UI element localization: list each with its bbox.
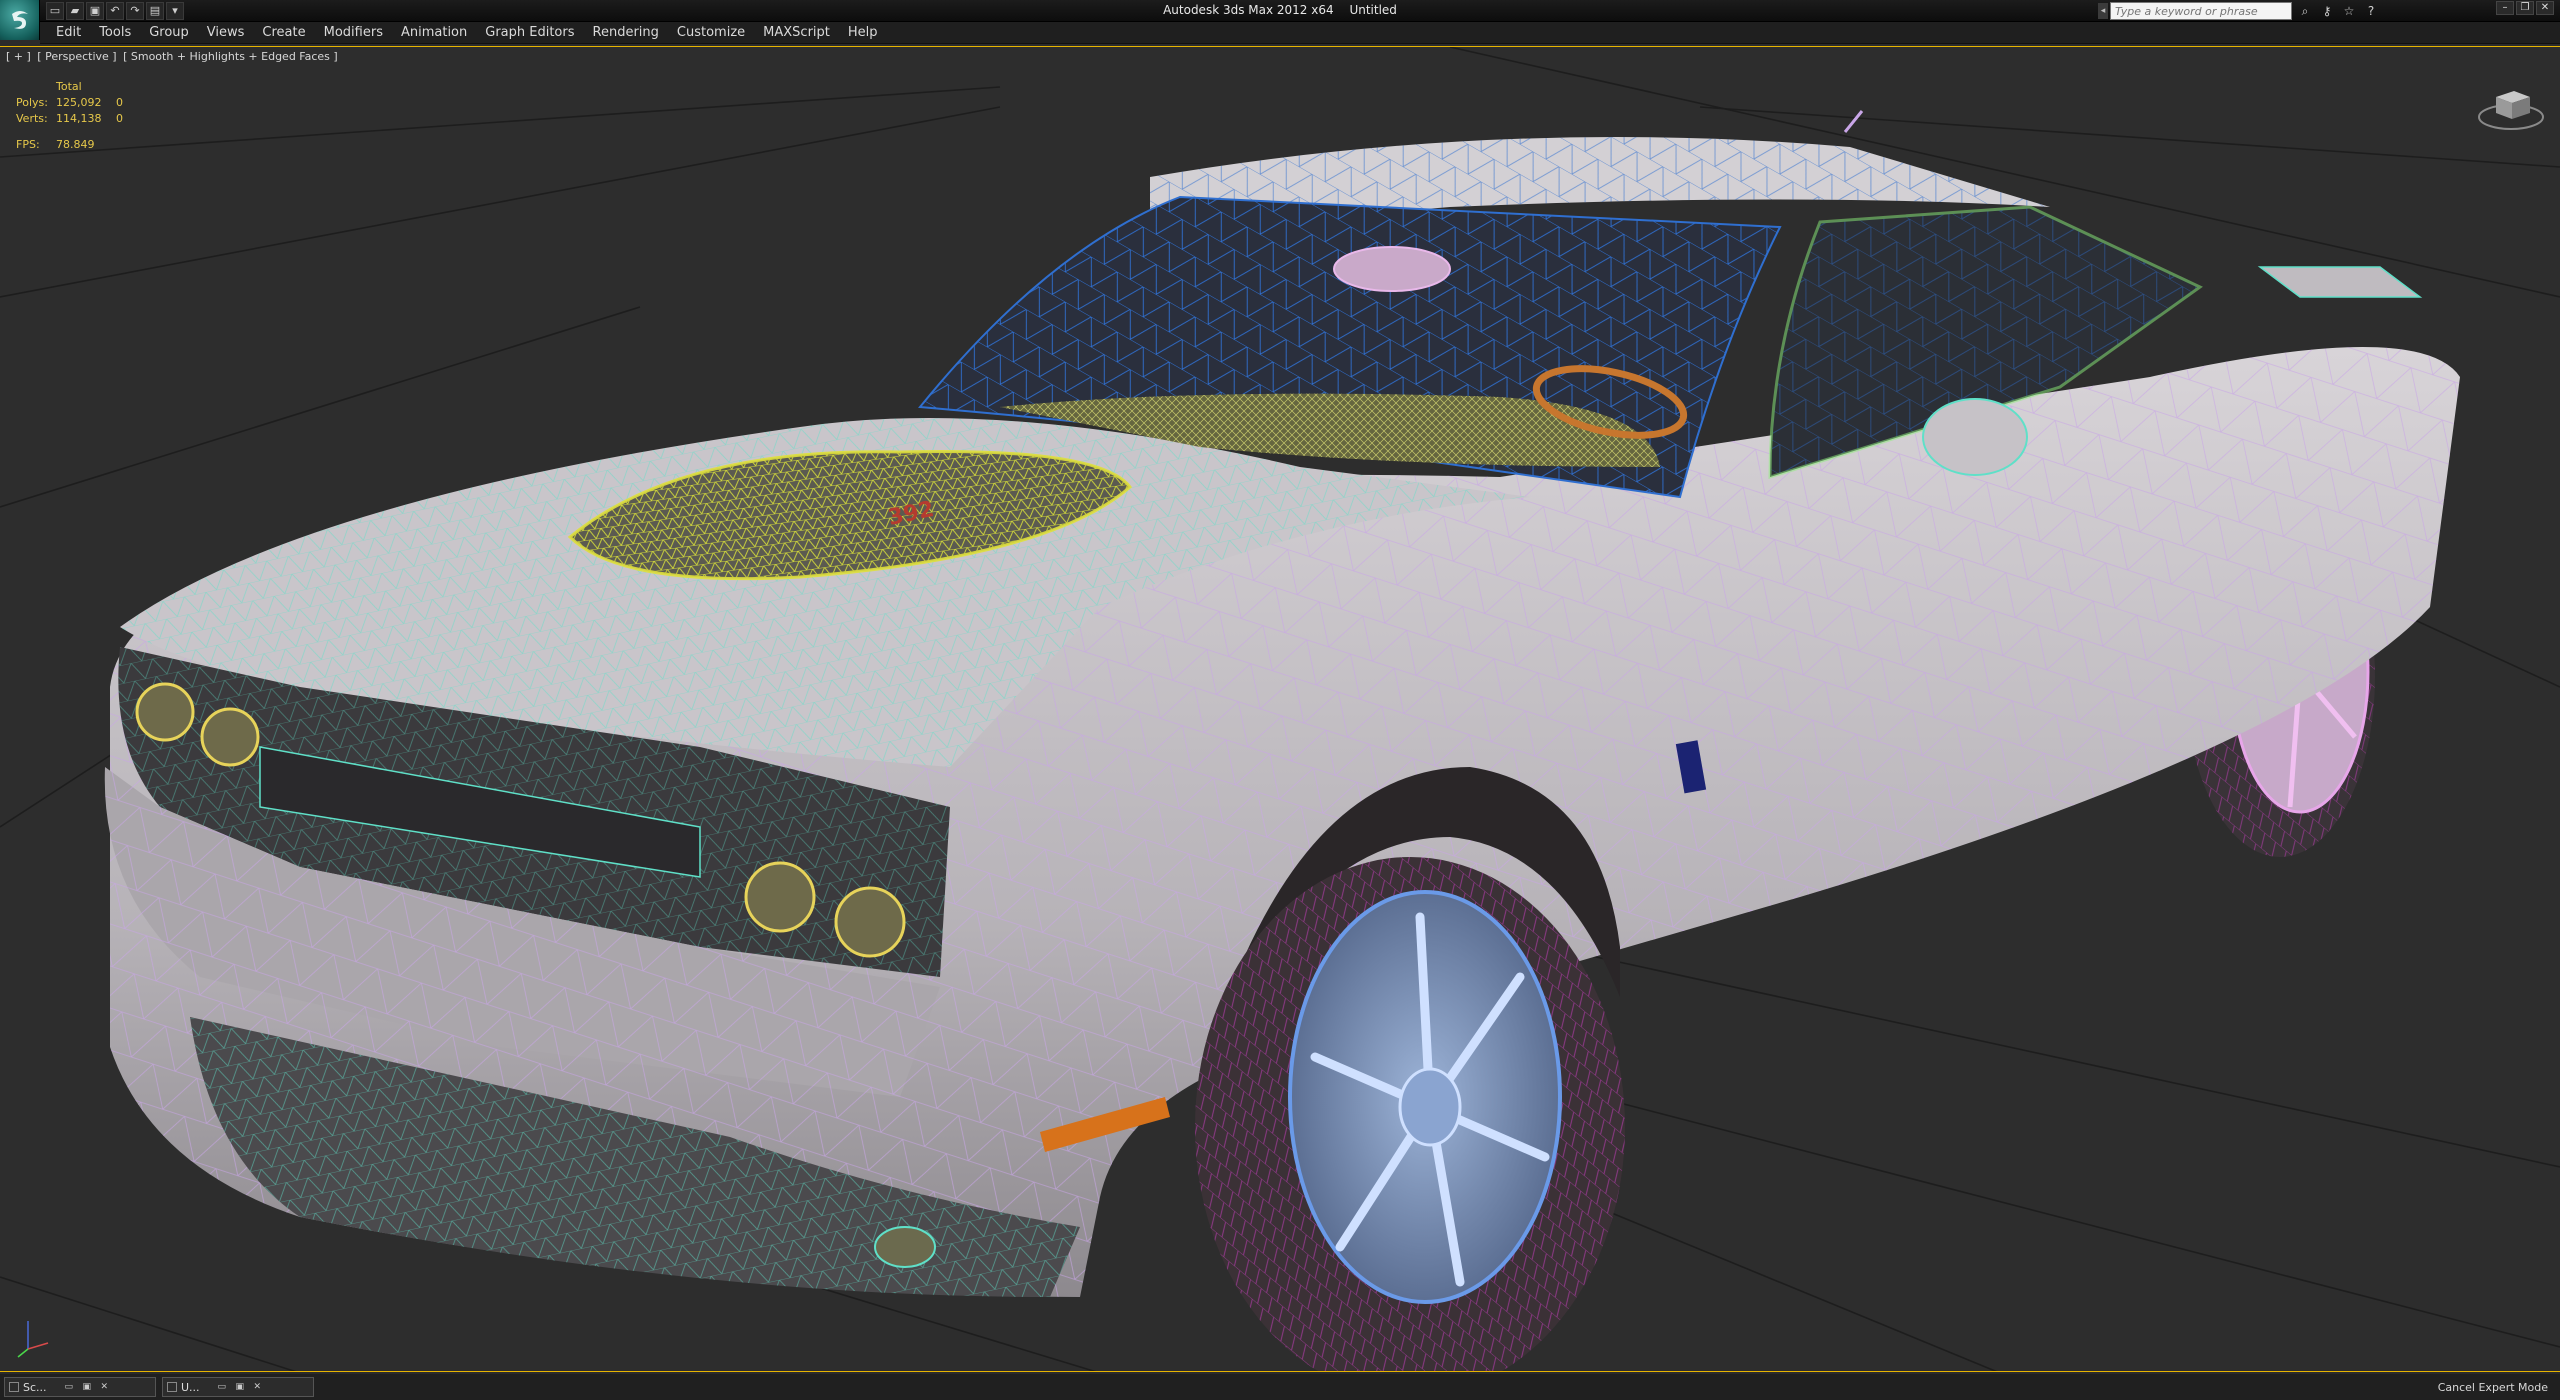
app-name: Autodesk 3ds Max 2012 x64 [1163,3,1334,17]
3dsmax-logo-icon [12,11,28,29]
stats-total-header: Total [56,80,82,93]
stats-verts-label: Verts: [16,112,48,125]
stats-verts-selected: 0 [116,112,123,125]
stats-polys-label: Polys: [16,96,48,109]
binoculars-icon[interactable]: ⌕ [2296,2,2314,20]
menu-graph-editors[interactable]: Graph Editors [477,25,584,40]
window-controls: – ❐ ✕ [2496,1,2554,15]
viewport-general-menu[interactable]: [ + ] [6,50,31,63]
open-icon[interactable]: ▰ [66,2,84,20]
quick-access-toolbar: ▭ ▰ ▣ ↶ ↷ ▤ ▾ [46,2,184,20]
menu-views[interactable]: Views [199,25,255,40]
restore-icon[interactable]: ▭ [65,1382,75,1392]
application-button[interactable] [0,0,40,40]
window-icon [167,1382,177,1392]
restore-icon[interactable]: ❐ [2516,1,2534,15]
maximize-icon[interactable]: ▣ [236,1382,246,1392]
menu-group[interactable]: Group [141,25,199,40]
minimized-window-label: Sc... [23,1380,47,1394]
close-icon[interactable]: ✕ [254,1382,264,1392]
stats-verts-value: 114,138 [56,112,102,125]
menu-customize[interactable]: Customize [669,25,755,40]
viewport-shading-menu[interactable]: [ Smooth + Highlights + Edged Faces ] [123,50,338,63]
title-bar: ▭ ▰ ▣ ↶ ↷ ▤ ▾ Autodesk 3ds Max 2012 x64 … [0,0,2560,22]
undo-icon[interactable]: ↶ [106,2,124,20]
save-icon[interactable]: ▣ [86,2,104,20]
minimized-window-u[interactable]: U... ▭ ▣ ✕ [162,1377,314,1397]
close-icon[interactable]: ✕ [101,1382,111,1392]
infocenter-tools: ⌕ ⚷ ☆ ? [2296,2,2380,20]
maximize-icon[interactable]: ▣ [83,1382,93,1392]
menu-maxscript[interactable]: MAXScript [755,25,840,40]
menu-animation[interactable]: Animation [393,25,477,40]
stats-polys-value: 125,092 [56,96,102,109]
viewport-label-menu[interactable]: [ + ] [ Perspective ] [ Smooth + Highlig… [6,50,341,63]
star-icon[interactable]: ☆ [2340,2,2358,20]
minimized-window-scene[interactable]: Sc... ▭ ▣ ✕ [4,1377,156,1397]
menu-rendering[interactable]: Rendering [585,25,669,40]
menu-help[interactable]: Help [840,25,888,40]
key-icon[interactable]: ⚷ [2318,2,2336,20]
stats-fps-value: 78.849 [56,138,95,151]
perspective-viewport[interactable]: 392 [+] [Perspective] [Smooth + Hig… [0,46,2560,1372]
redo-icon[interactable]: ↷ [126,2,144,20]
cancel-expert-mode-button[interactable]: Cancel Expert Mode [2438,1381,2548,1394]
help-icon[interactable]: ? [2362,2,2380,20]
close-icon[interactable]: ✕ [2536,1,2554,15]
menu-edit[interactable]: Edit [48,25,91,40]
document-name: Untitled [1349,3,1397,17]
stats-polys-selected: 0 [116,96,123,109]
restore-icon[interactable]: ▭ [218,1382,228,1392]
viewport-statistics: Total Polys: 125,092 0 Verts: 114,138 0 … [16,80,123,154]
menu-modifiers[interactable]: Modifiers [316,25,393,40]
viewport-pov-menu[interactable]: [ Perspective ] [37,50,116,63]
menu-tools[interactable]: Tools [91,25,141,40]
viewcube-icon[interactable] [2476,83,2546,131]
window-icon [9,1382,19,1392]
project-icon[interactable]: ▤ [146,2,164,20]
axis-tripod-icon [17,1321,49,1358]
minimized-window-label: U... [181,1380,200,1394]
menu-create[interactable]: Create [254,25,315,40]
stats-fps-label: FPS: [16,138,40,151]
search-collapse-icon[interactable]: ◂ [2098,3,2108,19]
menu-bar: Edit Tools Group Views Create Modifiers … [40,22,2560,44]
dropdown-icon[interactable]: ▾ [166,2,184,20]
search-input[interactable] [2110,2,2292,20]
bottom-bar: Sc... ▭ ▣ ✕ U... ▭ ▣ ✕ Cancel Expert Mod… [0,1374,2560,1400]
viewport-scene: 392 [0,47,2560,1371]
new-icon[interactable]: ▭ [46,2,64,20]
front-wheel [1195,857,1625,1371]
minimize-icon[interactable]: – [2496,1,2514,15]
